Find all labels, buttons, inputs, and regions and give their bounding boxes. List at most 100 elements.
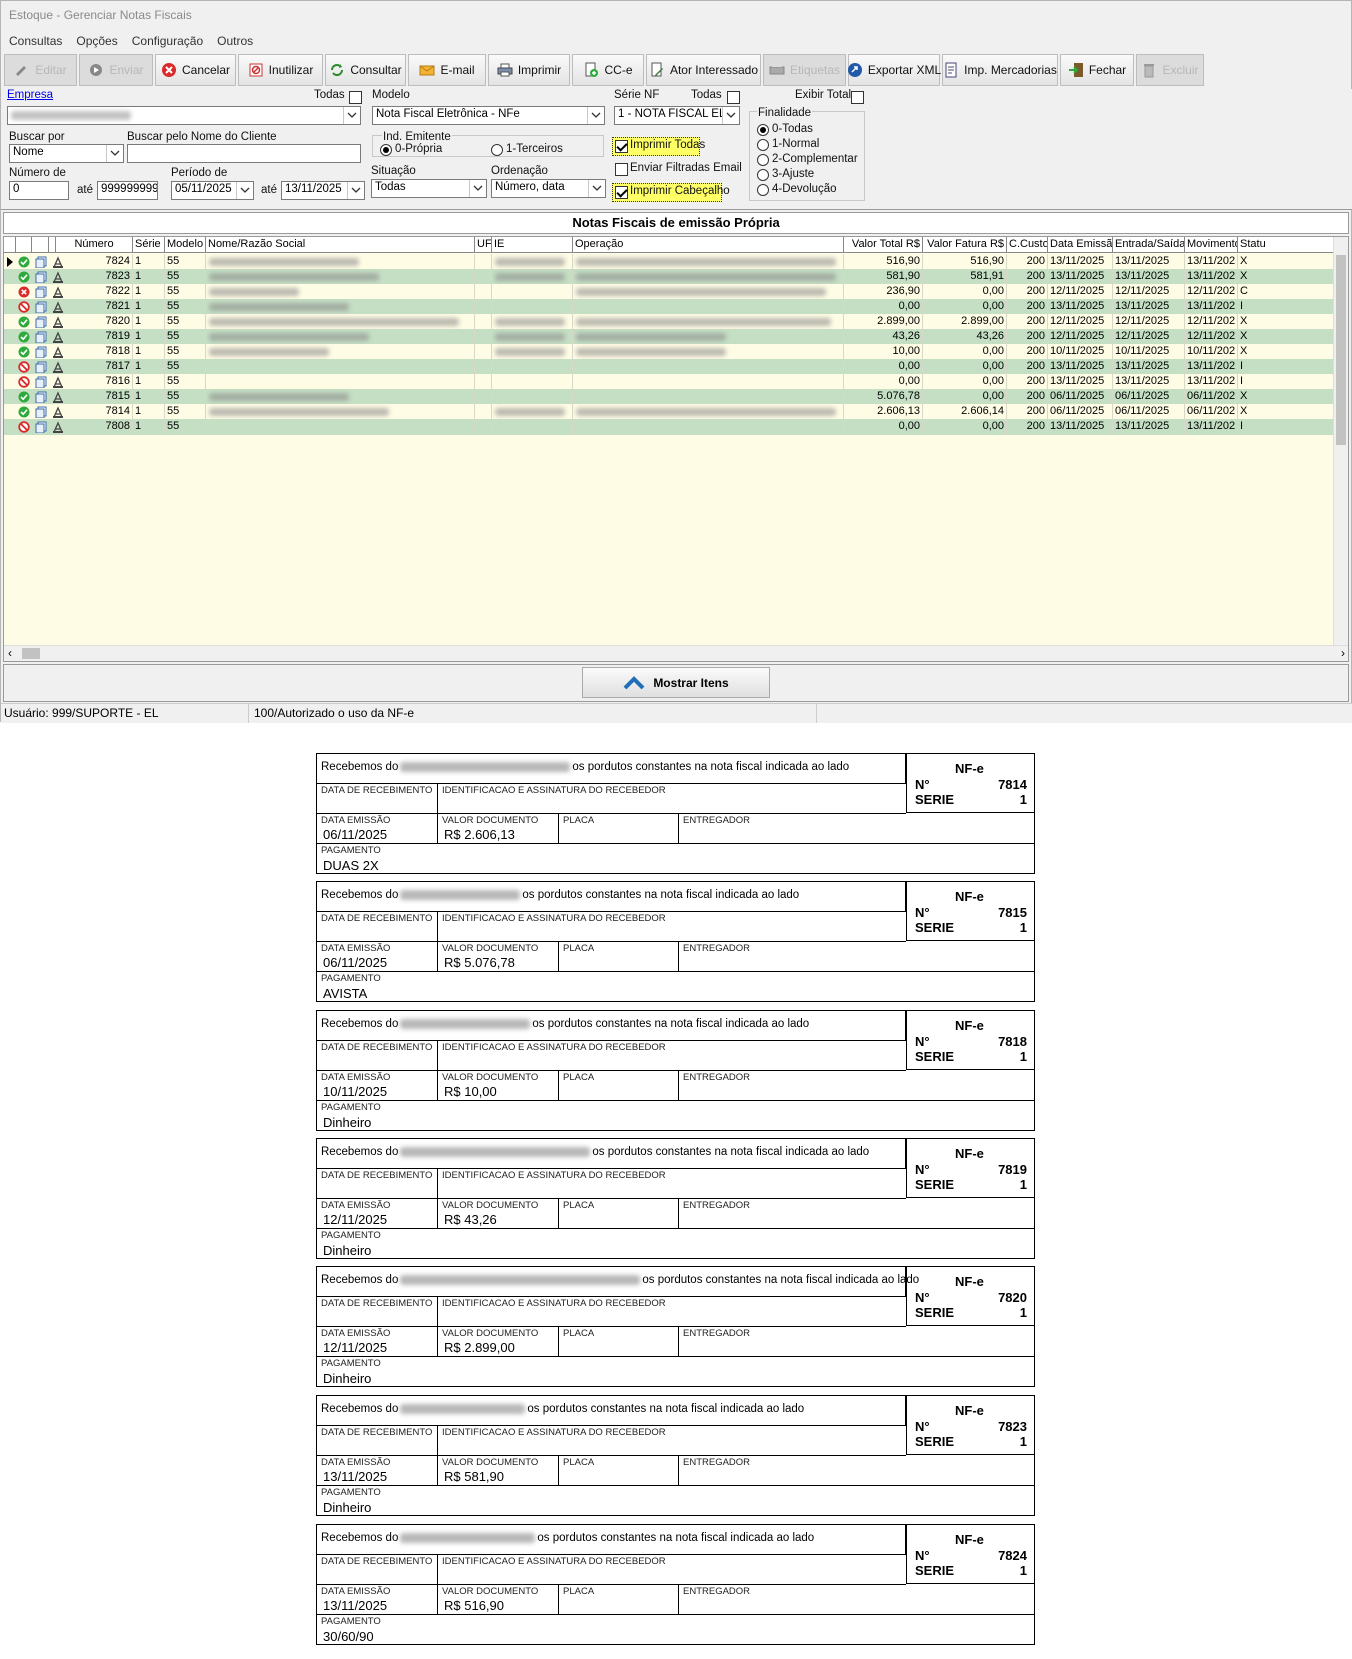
toolbar-button-enviar[interactable]: Enviar bbox=[79, 54, 153, 86]
grid-header-emissao[interactable]: Data Emissão bbox=[1048, 237, 1113, 253]
document-copy-icon[interactable] bbox=[35, 256, 47, 268]
table-row[interactable]: 7823 1 55 581,90 581,91 200 13/11/2025 13/11/20… bbox=[4, 269, 1334, 285]
exibir-total-checkbox[interactable] bbox=[851, 91, 864, 104]
toolbar-button-fechar[interactable]: Fechar bbox=[1060, 54, 1134, 86]
horizontal-scroll-thumb[interactable] bbox=[22, 648, 40, 659]
ordenacao-select[interactable]: Número, data bbox=[491, 179, 606, 198]
grid-header-operacao[interactable]: Operação bbox=[573, 237, 844, 253]
grid-header-modelo[interactable]: Modelo bbox=[165, 237, 206, 253]
toolbar-button-inutilizar[interactable]: Inutilizar bbox=[238, 54, 323, 86]
grid-header-icon-col[interactable] bbox=[4, 237, 16, 253]
grid-header-ie[interactable]: IE bbox=[492, 237, 573, 253]
table-row[interactable]: 7822 1 55 236,90 0,00 200 12/11/2025 12/11/2025… bbox=[4, 284, 1334, 300]
table-row[interactable]: 7821 1 55 0,00 0,00 200 13/11/2025 13/11/2025 13… bbox=[4, 299, 1334, 315]
grid-header-numero[interactable]: Número bbox=[56, 237, 133, 253]
toolbar-button-excluir[interactable]: Excluir bbox=[1136, 54, 1204, 86]
document-copy-icon[interactable] bbox=[35, 421, 47, 433]
grid-header-icon-col[interactable] bbox=[49, 237, 56, 253]
ind-emitente-radio-terceiros[interactable] bbox=[491, 144, 503, 156]
toolbar-button-etiquetas[interactable]: Etiquetas bbox=[763, 54, 846, 86]
table-row[interactable]: 7817 1 55 0,00 0,00 200 13/11/2025 13/11/2025 13… bbox=[4, 359, 1334, 375]
document-copy-icon[interactable] bbox=[35, 316, 47, 328]
document-copy-icon[interactable] bbox=[35, 271, 47, 283]
receipt-serie: 1 bbox=[1019, 1305, 1027, 1320]
document-copy-icon[interactable] bbox=[35, 331, 47, 343]
finalidade-radio-2[interactable] bbox=[757, 154, 769, 166]
document-copy-icon[interactable] bbox=[35, 286, 47, 298]
toolbar-button-e-mail[interactable]: E-mail bbox=[408, 54, 486, 86]
finalidade-radio-0[interactable] bbox=[757, 124, 769, 136]
imprimir-todas-checkbox[interactable] bbox=[615, 140, 628, 153]
cell-operacao bbox=[573, 314, 844, 330]
toolbar-button-cancelar[interactable]: Cancelar bbox=[155, 54, 236, 86]
grid-header-icon-col[interactable] bbox=[32, 237, 49, 253]
horizontal-scrollbar[interactable]: ‹ › bbox=[4, 645, 1348, 661]
numero-de-value: 0 bbox=[13, 183, 20, 195]
grid-header-movimento[interactable]: Movimento bbox=[1185, 237, 1238, 253]
scroll-right-icon[interactable]: › bbox=[1341, 646, 1345, 660]
grid-header-ccusto[interactable]: C.Custo bbox=[1007, 237, 1048, 253]
menu-consultas[interactable]: Consultas bbox=[9, 31, 62, 51]
empresa-select[interactable] bbox=[7, 106, 361, 125]
table-row[interactable]: 7820 1 55 2.899,00 2.899,00 200 12/11/2025 12/1… bbox=[4, 314, 1334, 330]
grid-header-icon-col[interactable] bbox=[16, 237, 32, 253]
menu-outros[interactable]: Outros bbox=[217, 31, 253, 51]
vertical-scrollbar[interactable] bbox=[1333, 237, 1348, 646]
toolbar-button-ator-interessado[interactable]: Ator Interessado bbox=[646, 54, 761, 86]
finalidade-radio-4[interactable] bbox=[757, 184, 769, 196]
cell-emissao: 12/11/2025 bbox=[1048, 284, 1113, 300]
table-row[interactable]: 7816 1 55 0,00 0,00 200 13/11/2025 13/11/2025 13… bbox=[4, 374, 1334, 390]
periodo-de-input[interactable]: 05/11/2025 bbox=[171, 181, 254, 200]
modelo-select[interactable]: Nota Fiscal Eletrônica - NFe bbox=[372, 106, 605, 125]
table-row[interactable]: 7815 1 55 5.076,78 0,00 200 06/11/2025 06/11/20… bbox=[4, 389, 1334, 405]
menu-opcoes[interactable]: Opções bbox=[76, 31, 117, 51]
grid-header-valor-total[interactable]: Valor Total R$ bbox=[844, 237, 923, 253]
grid-header-valor-fatura[interactable]: Valor Fatura R$ bbox=[923, 237, 1007, 253]
table-row[interactable]: 7819 1 55 43,26 43,26 200 12/11/2025 12/11/2025… bbox=[4, 329, 1334, 345]
grid-header-entrada[interactable]: Entrada/Saída bbox=[1113, 237, 1185, 253]
cell-st: I bbox=[1238, 299, 1334, 315]
numero-de-input[interactable]: 0 bbox=[9, 181, 69, 200]
menu-configuracao[interactable]: Configuração bbox=[132, 31, 203, 51]
situacao-select[interactable]: Todas bbox=[371, 179, 487, 198]
toolbar-button-cc-e[interactable]: CC-e bbox=[572, 54, 644, 86]
toolbar-button-imprimir[interactable]: Imprimir bbox=[488, 54, 570, 86]
ind-emitente-radio-propria[interactable] bbox=[380, 144, 392, 156]
buscar-por-select[interactable]: Nome bbox=[9, 144, 124, 163]
periodo-ate-input[interactable]: 13/11/2025 bbox=[281, 181, 365, 200]
document-copy-icon[interactable] bbox=[35, 346, 47, 358]
todas-checkbox[interactable] bbox=[349, 91, 362, 104]
receipt-header-text: Recebemos do os pordutos constantes na no… bbox=[321, 1274, 919, 1286]
scroll-left-icon[interactable]: ‹ bbox=[8, 646, 12, 660]
toolbar-button-consultar[interactable]: Consultar bbox=[325, 54, 406, 86]
finalidade-radio-1[interactable] bbox=[757, 139, 769, 151]
serie-todas-checkbox[interactable] bbox=[727, 91, 740, 104]
receipt-valor: VALOR DOCUMENTO R$ 43,26 bbox=[438, 1199, 559, 1229]
grid-header-uf[interactable]: UF bbox=[475, 237, 492, 253]
empresa-label[interactable]: Empresa bbox=[7, 89, 53, 101]
grid-header-serie[interactable]: Série bbox=[133, 237, 165, 253]
vertical-scroll-thumb[interactable] bbox=[1336, 255, 1346, 445]
show-items-button[interactable]: Mostrar Itens bbox=[582, 667, 770, 698]
toolbar-button-exportar-xml[interactable]: Exportar XML bbox=[847, 54, 941, 86]
grid-header-st[interactable]: Statu bbox=[1238, 237, 1334, 253]
table-row[interactable]: 7824 1 55 516,90 516,90 200 13/11/2025 13/11/20… bbox=[4, 254, 1334, 270]
enviar-filtradas-checkbox[interactable] bbox=[615, 163, 628, 176]
finalidade-radio-3[interactable] bbox=[757, 169, 769, 181]
document-copy-icon[interactable] bbox=[35, 406, 47, 418]
imprimir-cabecalho-checkbox[interactable] bbox=[615, 186, 628, 199]
document-copy-icon[interactable] bbox=[35, 391, 47, 403]
table-row[interactable]: 7808 1 55 0,00 0,00 200 13/11/2025 13/11/2025 13… bbox=[4, 419, 1334, 435]
toolbar-button-editar[interactable]: Editar bbox=[4, 54, 77, 86]
serie-select[interactable]: 1 - NOTA FISCAL ELE bbox=[614, 106, 740, 125]
document-copy-icon[interactable] bbox=[35, 301, 47, 313]
toolbar-button-imp-mercadorias[interactable]: Imp. Mercadorias bbox=[942, 54, 1058, 86]
table-row[interactable]: 7818 1 55 10,00 0,00 200 10/11/2025 10/11/2025 1… bbox=[4, 344, 1334, 360]
buscar-nome-input[interactable] bbox=[127, 144, 361, 163]
document-copy-icon[interactable] bbox=[35, 376, 47, 388]
table-row[interactable]: 7814 1 55 2.606,13 2.606,14 200 06/11/2025 06/1… bbox=[4, 404, 1334, 420]
redacted-text bbox=[400, 890, 521, 900]
numero-ate-input[interactable]: 999999999 bbox=[97, 181, 158, 200]
document-copy-icon[interactable] bbox=[35, 361, 47, 373]
grid-header-nome[interactable]: Nome/Razão Social bbox=[206, 237, 475, 253]
